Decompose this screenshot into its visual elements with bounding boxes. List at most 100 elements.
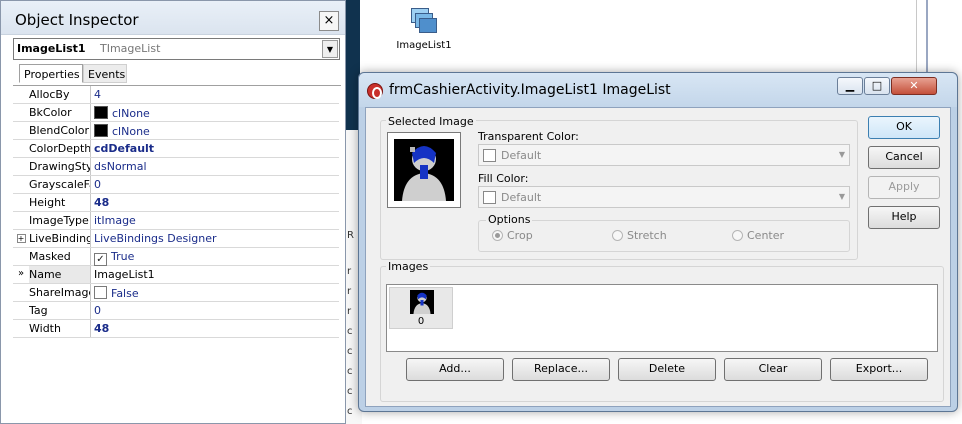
replace-button[interactable]: Replace... bbox=[512, 358, 610, 381]
person-icon bbox=[402, 146, 446, 201]
property-row[interactable]: DrawingStyle dsNormal bbox=[13, 158, 339, 176]
property-grid: AllocBy 4 BkColor clNone BlendColor clNo… bbox=[13, 85, 341, 424]
property-value-color[interactable]: clNone bbox=[94, 124, 150, 138]
property-row[interactable]: ShareImages False bbox=[13, 284, 339, 302]
radio-icon bbox=[732, 230, 743, 241]
clear-button[interactable]: Clear bbox=[724, 358, 822, 381]
images-list[interactable]: 0 bbox=[386, 284, 938, 352]
color-swatch bbox=[94, 124, 108, 137]
help-button[interactable]: Help bbox=[868, 206, 940, 229]
images-label: Images bbox=[386, 260, 431, 273]
dialog-title: frmCashierActivity.ImageList1 ImageList bbox=[389, 82, 671, 98]
color-swatch bbox=[483, 191, 496, 204]
option-crop-radio[interactable]: Crop bbox=[492, 229, 533, 242]
ok-button[interactable]: OK bbox=[868, 116, 940, 139]
selected-component-type: TImageList bbox=[100, 42, 161, 55]
property-name: BlendColor bbox=[29, 122, 91, 139]
property-row[interactable]: ColorDepth cdDefault bbox=[13, 140, 339, 158]
property-row[interactable]: Height 48 bbox=[13, 194, 339, 212]
property-name: Name bbox=[29, 266, 91, 283]
property-name: GrayscaleFactor bbox=[29, 176, 91, 193]
image-index: 0 bbox=[417, 316, 425, 327]
expand-icon[interactable]: + bbox=[16, 234, 26, 243]
designer-divider bbox=[926, 0, 928, 80]
option-stretch-radio[interactable]: Stretch bbox=[612, 229, 667, 242]
property-row[interactable]: Masked ✓ True bbox=[13, 248, 339, 266]
property-value[interactable]: 4 bbox=[94, 88, 101, 101]
fill-color-value: Default bbox=[501, 191, 542, 204]
fill-color-label: Fill Color: bbox=[478, 172, 529, 185]
property-name: Tag bbox=[29, 302, 91, 319]
chevron-down-icon: ▼ bbox=[838, 150, 845, 159]
transparent-color-select[interactable]: Default ▼ bbox=[478, 144, 850, 166]
dialog-titlebar[interactable]: frmCashierActivity.ImageList1 ImageList … bbox=[359, 73, 957, 107]
property-row[interactable]: Width 48 bbox=[13, 320, 339, 338]
component-selector[interactable]: ImageList1 TImageList ▼ bbox=[13, 38, 340, 60]
property-name: Masked bbox=[29, 248, 91, 265]
object-inspector-titlebar: Object Inspector × bbox=[1, 1, 345, 35]
property-name: DrawingStyle bbox=[29, 158, 91, 175]
radio-icon bbox=[612, 230, 623, 241]
property-value[interactable]: itImage bbox=[94, 214, 136, 227]
property-value-checkbox[interactable]: False bbox=[94, 286, 139, 300]
current-row-marker-icon: » bbox=[17, 268, 25, 279]
tab-events[interactable]: Events bbox=[83, 64, 127, 83]
property-row[interactable]: GrayscaleFactor 0 bbox=[13, 176, 339, 194]
imagelist-component[interactable]: ImageList1 bbox=[394, 8, 454, 58]
property-row[interactable]: BkColor clNone bbox=[13, 104, 339, 122]
property-name: BkColor bbox=[29, 104, 91, 121]
property-name: ImageType bbox=[29, 212, 91, 229]
property-row[interactable]: AllocBy 4 bbox=[13, 86, 339, 104]
property-row[interactable]: BlendColor clNone bbox=[13, 122, 339, 140]
checkbox-unchecked-icon[interactable] bbox=[94, 286, 107, 299]
property-value[interactable]: LiveBindings Designer bbox=[94, 232, 217, 245]
property-value-checkbox[interactable]: ✓ True bbox=[94, 250, 134, 266]
export-button[interactable]: Export... bbox=[830, 358, 928, 381]
property-value[interactable]: 48 bbox=[94, 196, 109, 209]
property-value[interactable]: dsNormal bbox=[94, 160, 147, 173]
minimize-button[interactable]: ▁ bbox=[837, 77, 863, 95]
property-name: AllocBy bbox=[29, 86, 91, 103]
object-inspector: Object Inspector × ImageList1 TImageList… bbox=[0, 0, 346, 424]
property-name: Width bbox=[29, 320, 91, 337]
imagelist-editor-dialog: frmCashierActivity.ImageList1 ImageList … bbox=[358, 72, 958, 412]
color-swatch bbox=[483, 149, 496, 162]
minimize-icon: ▁ bbox=[845, 79, 855, 92]
property-row[interactable]: ImageType itImage bbox=[13, 212, 339, 230]
property-row[interactable]: Tag 0 bbox=[13, 302, 339, 320]
close-icon[interactable]: × bbox=[319, 11, 339, 31]
component-label: ImageList1 bbox=[396, 40, 452, 51]
color-swatch bbox=[94, 106, 108, 119]
image-list-item[interactable]: 0 bbox=[389, 287, 453, 329]
imagelist-icon bbox=[409, 8, 439, 36]
delete-button[interactable]: Delete bbox=[618, 358, 716, 381]
selected-image-preview bbox=[387, 132, 461, 208]
add-button[interactable]: Add... bbox=[406, 358, 504, 381]
transparent-color-value: Default bbox=[501, 149, 542, 162]
cancel-button[interactable]: Cancel bbox=[868, 146, 940, 169]
apply-button[interactable]: Apply bbox=[868, 176, 940, 199]
option-center-radio[interactable]: Center bbox=[732, 229, 784, 242]
property-value[interactable]: 48 bbox=[94, 322, 109, 335]
close-button[interactable]: ✕ bbox=[891, 77, 937, 95]
property-value[interactable]: 0 bbox=[94, 304, 101, 317]
options-label: Options bbox=[486, 213, 533, 226]
checkbox-checked-icon[interactable]: ✓ bbox=[94, 253, 107, 266]
object-inspector-title: Object Inspector bbox=[15, 11, 139, 29]
property-value-color[interactable]: clNone bbox=[94, 106, 150, 120]
property-value[interactable]: cdDefault bbox=[94, 142, 154, 155]
designer-divider bbox=[916, 0, 917, 80]
maximize-button[interactable]: □ bbox=[864, 77, 890, 95]
fill-color-select[interactable]: Default ▼ bbox=[478, 186, 850, 208]
chevron-down-icon: ▼ bbox=[838, 192, 845, 201]
property-row[interactable]: + LiveBindings LiveBindings Designer bbox=[13, 230, 339, 248]
chevron-down-icon[interactable]: ▼ bbox=[322, 40, 338, 58]
property-name: Height bbox=[29, 194, 91, 211]
person-image bbox=[394, 139, 454, 201]
close-icon: ✕ bbox=[909, 79, 919, 92]
tab-properties[interactable]: Properties bbox=[19, 64, 83, 83]
property-name: ColorDepth bbox=[29, 140, 91, 157]
property-value[interactable]: ImageList1 bbox=[94, 268, 155, 281]
property-row-selected[interactable]: » Name ImageList1 bbox=[13, 266, 339, 284]
property-value[interactable]: 0 bbox=[94, 178, 101, 191]
